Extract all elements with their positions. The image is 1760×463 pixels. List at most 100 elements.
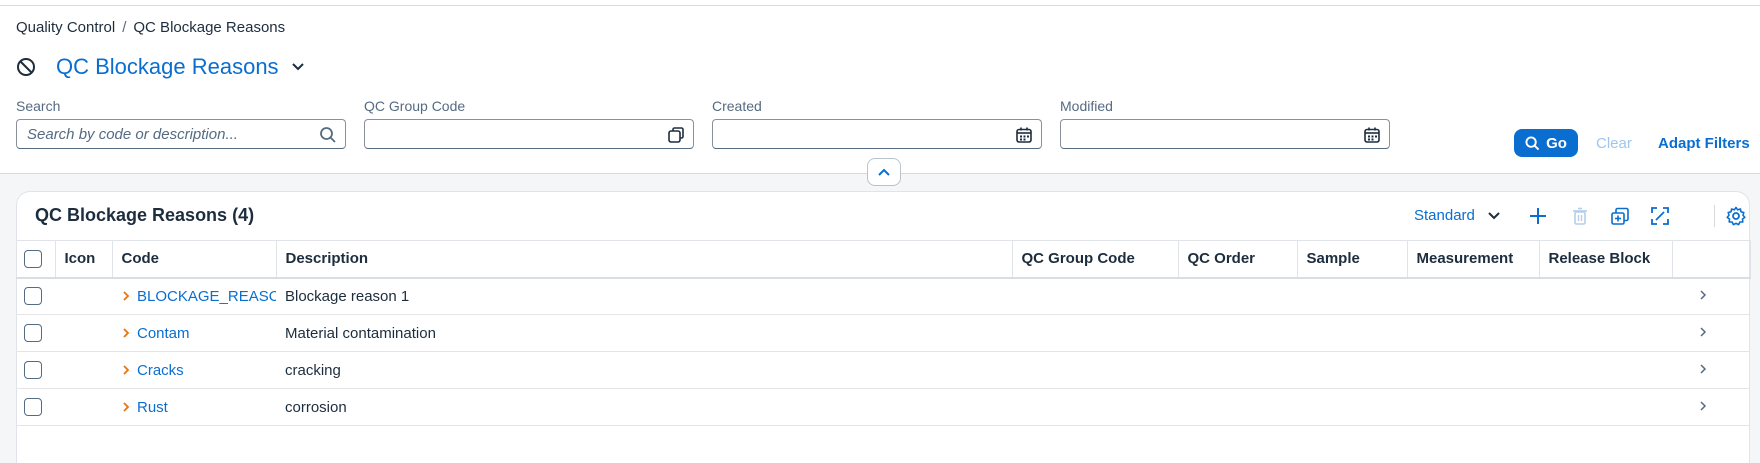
code-cell: BLOCKAGE_REASON_1 <box>112 277 276 315</box>
search-input[interactable] <box>27 125 287 143</box>
breadcrumb-separator: / <box>122 19 127 36</box>
sample-cell <box>1297 351 1407 389</box>
measurement-cell <box>1407 351 1539 389</box>
navigation-arrow-icon[interactable] <box>1698 363 1708 375</box>
navigation-cell <box>1672 351 1750 389</box>
table-row[interactable]: Cracks cracking <box>16 351 1750 389</box>
delete-icon[interactable] <box>1570 206 1590 226</box>
code-link[interactable]: Contam <box>137 325 190 342</box>
go-label: Go <box>1546 134 1567 152</box>
expand-arrow-icon[interactable] <box>121 401 131 413</box>
page-title: QC Blockage Reasons <box>56 54 279 79</box>
search-filter: Search <box>16 98 346 149</box>
copy-icon[interactable] <box>1610 206 1630 226</box>
code-cell: Rust <box>112 388 276 426</box>
search-icon <box>1525 135 1540 150</box>
title-row: QC Blockage Reasons <box>16 50 305 84</box>
code-cell: Contam <box>112 314 276 352</box>
toolbar-separator <box>1714 205 1715 227</box>
column-header-qc-order[interactable]: QC Order <box>1178 240 1298 279</box>
qc-order-cell <box>1178 314 1297 352</box>
icon-cell <box>55 314 112 352</box>
table-toolbar: QC Blockage Reasons (4) Standard <box>17 192 1749 240</box>
code-link[interactable]: BLOCKAGE_REASON_1 <box>137 288 276 305</box>
column-header-code[interactable]: Code <box>112 240 277 279</box>
blockage-reasons-table: Icon Code Description QC Group Code QC O… <box>16 240 1751 426</box>
row-select-cell <box>16 351 55 389</box>
measurement-cell <box>1407 314 1539 352</box>
icon-cell <box>55 277 112 315</box>
table-panel: QC Blockage Reasons (4) Standard Icon Co… <box>16 191 1751 463</box>
row-checkbox[interactable] <box>24 287 42 306</box>
modified-filter: Modified <box>1060 98 1390 149</box>
column-header-release-block[interactable]: Release Block <box>1539 240 1673 279</box>
icon-cell <box>55 388 112 426</box>
modified-date-field[interactable] <box>1060 119 1390 149</box>
code-link[interactable]: Cracks <box>137 362 184 379</box>
value-help-icon[interactable] <box>667 126 685 144</box>
select-all-cell <box>16 240 56 279</box>
qc-group-code-cell <box>1012 388 1178 426</box>
row-select-cell <box>16 388 55 426</box>
qc-group-code-cell <box>1012 351 1178 389</box>
qc-group-code-cell <box>1012 277 1178 315</box>
clear-button[interactable]: Clear <box>1596 135 1632 152</box>
sample-cell <box>1297 388 1407 426</box>
measurement-cell <box>1407 388 1539 426</box>
navigation-cell <box>1672 388 1750 426</box>
search-icon[interactable] <box>319 126 337 144</box>
sample-cell <box>1297 314 1407 352</box>
collapse-header-button[interactable] <box>867 158 901 186</box>
expand-arrow-icon[interactable] <box>121 364 131 376</box>
column-header-measurement[interactable]: Measurement <box>1407 240 1540 279</box>
row-checkbox[interactable] <box>24 324 42 343</box>
breadcrumb-current: QC Blockage Reasons <box>133 19 286 36</box>
expand-arrow-icon[interactable] <box>121 327 131 339</box>
release-block-cell <box>1539 314 1672 352</box>
go-button[interactable]: Go <box>1514 129 1578 157</box>
column-header-qc-group-code[interactable]: QC Group Code <box>1012 240 1179 279</box>
chevron-down-icon <box>1488 211 1500 219</box>
navigation-cell <box>1672 314 1750 352</box>
breadcrumb-link-quality-control[interactable]: Quality Control <box>16 19 115 36</box>
calendar-icon[interactable] <box>1015 126 1033 144</box>
column-header-description[interactable]: Description <box>276 240 1013 279</box>
add-icon[interactable] <box>1528 206 1548 226</box>
expand-arrow-icon[interactable] <box>121 290 131 302</box>
breadcrumb: Quality Control / QC Blockage Reasons <box>16 19 285 36</box>
table-row[interactable]: Rust corrosion <box>16 388 1750 426</box>
qc-order-cell <box>1178 277 1297 315</box>
navigation-arrow-icon[interactable] <box>1698 400 1708 412</box>
qc-group-code-label: QC Group Code <box>364 98 466 114</box>
release-block-cell <box>1539 277 1672 315</box>
qc-order-cell <box>1178 351 1297 389</box>
table-row[interactable]: BLOCKAGE_REASON_1 Blockage reason 1 <box>16 277 1750 315</box>
row-checkbox[interactable] <box>24 398 42 417</box>
row-checkbox[interactable] <box>24 361 42 380</box>
settings-gear-icon[interactable] <box>1726 206 1746 226</box>
row-select-cell <box>16 277 55 315</box>
column-header-icon[interactable]: Icon <box>55 240 113 279</box>
column-header-sample[interactable]: Sample <box>1297 240 1408 279</box>
variant-chevron-down-icon[interactable] <box>291 60 305 74</box>
description-cell: Blockage reason 1 <box>276 277 1012 315</box>
created-filter: Created <box>712 98 1042 149</box>
table-header-row: Icon Code Description QC Group Code QC O… <box>16 240 1751 279</box>
qc-group-code-field[interactable] <box>364 119 694 149</box>
row-select-cell <box>16 314 55 352</box>
measurement-cell <box>1407 277 1539 315</box>
adapt-filters-button[interactable]: Adapt Filters <box>1658 135 1750 152</box>
created-label: Created <box>712 98 762 114</box>
select-all-checkbox[interactable] <box>24 249 42 268</box>
navigation-arrow-icon[interactable] <box>1698 289 1708 301</box>
created-date-field[interactable] <box>712 119 1042 149</box>
code-link[interactable]: Rust <box>137 399 168 416</box>
search-field[interactable] <box>16 119 346 149</box>
variant-selector[interactable]: Standard <box>1414 207 1501 224</box>
calendar-icon[interactable] <box>1363 126 1381 144</box>
column-header-navigation <box>1672 240 1751 279</box>
fullscreen-icon[interactable] <box>1650 206 1670 226</box>
table-row[interactable]: Contam Material contamination <box>16 314 1750 352</box>
navigation-arrow-icon[interactable] <box>1698 326 1708 338</box>
release-block-cell <box>1539 351 1672 389</box>
